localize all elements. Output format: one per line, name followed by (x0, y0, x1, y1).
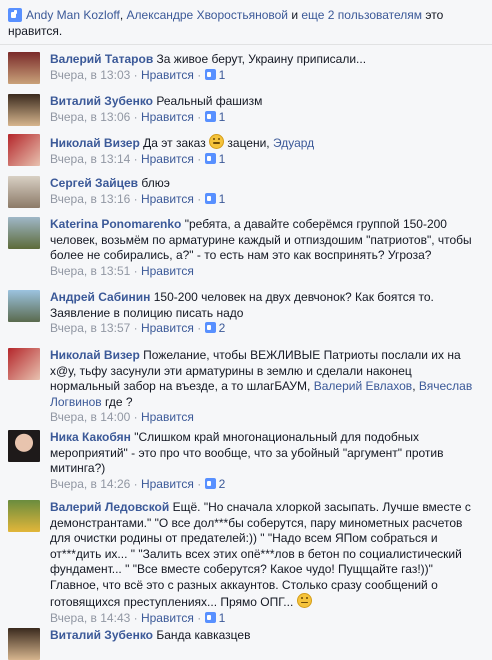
comment-text: Да эт заказ (143, 136, 206, 150)
avatar[interactable] (8, 348, 40, 380)
like-link[interactable]: Нравится (141, 152, 194, 166)
like-count-icon (204, 611, 216, 623)
mention-link[interactable]: Валерий Евлахов (314, 379, 412, 393)
timestamp[interactable]: Вчера, в 13:57 (50, 321, 130, 335)
like-count-icon (204, 152, 216, 164)
like-count[interactable]: 1 (219, 68, 226, 82)
comment-author[interactable]: Виталий Зубенко (50, 94, 153, 108)
timestamp[interactable]: Вчера, в 14:00 (50, 410, 130, 424)
comment-text: зацени, (227, 136, 270, 150)
like-count[interactable]: 2 (219, 477, 226, 491)
avatar[interactable] (8, 628, 40, 660)
like-count-icon (204, 322, 216, 333)
comment-text: За живое берут, Украину приписали... (156, 52, 367, 66)
avatar[interactable] (8, 52, 40, 84)
like-count-icon (204, 110, 216, 122)
comment-meta: Вчера, в 13:16 · Нравится · 1 (50, 191, 226, 206)
like-link[interactable]: Нравится (141, 321, 194, 335)
comment-text: Банда кавказцев (156, 628, 251, 642)
others-link[interactable]: еще 2 пользователям (301, 8, 422, 22)
sep: , (412, 379, 419, 393)
comment-author[interactable]: Ника Какобян (50, 430, 131, 444)
comment-author[interactable]: Виталий Зубенко (50, 628, 153, 642)
comment-meta: Вчера, в 13:51 · Нравится (50, 263, 194, 278)
comment-text: блюэ (141, 176, 170, 190)
like-link[interactable]: Нравится (141, 110, 194, 124)
like-count[interactable]: 1 (219, 611, 226, 625)
comment-author[interactable]: Валерий Татаров (50, 52, 153, 66)
comment-author[interactable]: Katerina Ponomarenko (50, 217, 181, 231)
timestamp[interactable]: Вчера, в 13:14 (50, 152, 130, 166)
smile-emoticon-icon (209, 134, 225, 149)
comment-meta: Вчера, в 14:00 · Нравится (50, 410, 194, 424)
like-link[interactable]: Нравится (141, 192, 194, 206)
avatar[interactable] (8, 500, 40, 532)
like-link[interactable]: Нравится (141, 611, 194, 625)
comment-author[interactable]: Валерий Ледовской (50, 500, 169, 514)
like-count[interactable]: 1 (219, 192, 226, 206)
mention-link[interactable]: Эдуард (273, 136, 314, 150)
comment-text: где ? (105, 394, 133, 409)
timestamp[interactable]: Вчера, в 13:03 (50, 68, 130, 82)
comment-meta: Вчера, в 13:14 · Нравится · 1 (50, 151, 226, 166)
avatar[interactable] (8, 134, 40, 166)
frown-emoticon-icon (296, 593, 312, 608)
comment-meta: Вчера, в 14:43 · Нравится · 1 (50, 610, 226, 625)
like-thumb-icon (8, 8, 22, 22)
like-count-icon (204, 68, 216, 80)
like-count-icon (204, 192, 216, 204)
like-link[interactable]: Нравится (141, 264, 194, 278)
avatar[interactable] (8, 430, 40, 462)
comment-text: Ещё. "Но сначала хлоркой засыпать. Лучше… (50, 500, 471, 609)
likes-summary: Andy Man Kozloff, Александре Хворостьяно… (0, 0, 492, 45)
sep: , (119, 8, 127, 22)
timestamp[interactable]: Вчера, в 13:16 (50, 192, 130, 206)
like-count[interactable]: 2 (219, 321, 226, 335)
timestamp[interactable]: Вчера, в 13:51 (50, 264, 130, 278)
avatar[interactable] (8, 94, 40, 126)
like-link[interactable]: Нравится (141, 68, 194, 82)
timestamp[interactable]: Вчера, в 13:06 (50, 110, 130, 124)
comment-author[interactable]: Сергей Зайцев (50, 176, 138, 190)
avatar[interactable] (8, 217, 40, 249)
comment-author[interactable]: Андрей Сабинин (50, 290, 150, 304)
like-link[interactable]: Нравится (141, 477, 194, 491)
timestamp[interactable]: Вчера, в 14:26 (50, 477, 130, 491)
comment-meta: Вчера, в 13:57 · Нравится · 2 (50, 321, 226, 335)
like-link[interactable]: Нравится (141, 410, 194, 424)
comment-author[interactable]: Николай Визер (50, 136, 140, 150)
comment-meta: Вчера, в 13:03 · Нравится · 1 (50, 67, 226, 82)
like-count-icon (204, 477, 216, 489)
timestamp[interactable]: Вчера, в 14:43 (50, 611, 130, 625)
comment-meta: Вчера, в 14:26 · Нравится · 2 (50, 476, 226, 491)
liker-link-2[interactable]: Александре Хворостьяновой (127, 8, 288, 22)
like-count[interactable]: 1 (219, 152, 226, 166)
comment-text: Реальный фашизм (156, 94, 263, 108)
comment-author[interactable]: Николай Визер (50, 348, 140, 362)
avatar[interactable] (8, 176, 40, 208)
liker-link-1[interactable]: Andy Man Kozloff (26, 8, 120, 22)
avatar[interactable] (8, 290, 40, 322)
and-text: и (288, 8, 302, 22)
like-count[interactable]: 1 (219, 110, 226, 124)
comment-meta: Вчера, в 13:06 · Нравится · 1 (50, 109, 226, 124)
